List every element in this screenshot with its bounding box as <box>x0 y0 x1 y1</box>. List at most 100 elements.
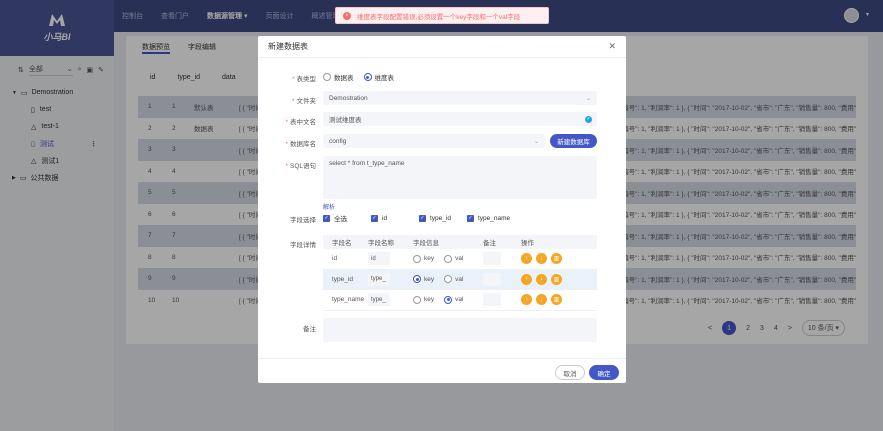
checkbox-label: type_name <box>478 214 511 222</box>
radio-circle <box>413 254 421 263</box>
radio-circle <box>444 254 453 263</box>
dialog-footer-divider <box>258 358 626 359</box>
radio-circle <box>413 295 421 304</box>
label-text: 数据库名 <box>290 141 316 148</box>
checkbox-id[interactable]: ✓ id <box>371 214 419 222</box>
db-name-select[interactable]: config ⌄ <box>323 134 545 148</box>
field-detail-table: 字段名 字段名称 字段信息 备注 操作 id id key val ↑ ↓ ▥ … <box>323 235 597 311</box>
label-text: SQL语句 <box>289 163 316 170</box>
checkbox-type-id[interactable]: ✓ type_id <box>419 214 467 222</box>
field-checkbox-group: ✓ 全选 ✓ id ✓ type_id ✓ type_name <box>323 213 510 223</box>
radio-val[interactable]: val <box>444 275 463 284</box>
label-text: 表中文名 <box>290 119 316 126</box>
new-database-button[interactable]: 新建数据库 <box>550 134 597 148</box>
move-down-icon[interactable]: ↓ <box>536 273 547 285</box>
chevron-down-icon: ⌄ <box>585 95 591 102</box>
remark-textarea[interactable] <box>323 318 597 342</box>
dialog-title: 新建数据表 <box>268 42 308 51</box>
sql-textarea[interactable]: select * from t_type_name <box>323 156 597 199</box>
label-text: 备注 <box>303 326 316 333</box>
checkbox-label: 全选 <box>334 216 347 223</box>
radio-label: key <box>424 255 435 263</box>
db-name-value: config <box>329 137 347 145</box>
table-type-radio-group: 数据表 维度表 <box>323 72 404 82</box>
radio-key[interactable]: key <box>413 275 435 284</box>
checkbox-select-all[interactable]: ✓ 全选 <box>323 213 371 223</box>
radio-circle <box>413 275 421 284</box>
radio-label: val <box>455 296 464 304</box>
chevron-down-icon: ⌄ <box>533 138 539 145</box>
checkbox-checked-icon: ✓ <box>467 214 474 222</box>
radio-val[interactable]: val <box>444 254 464 263</box>
checkbox-label: id <box>382 214 388 222</box>
radio-key[interactable]: key <box>413 295 435 304</box>
radio-circle <box>444 275 453 284</box>
radio-circle <box>363 73 372 81</box>
radio-circle <box>323 73 331 81</box>
field-cell: type_id <box>332 275 353 283</box>
field-table-header: 字段名 字段名称 字段信息 备注 操作 <box>323 235 597 249</box>
radio-key[interactable]: key <box>413 254 435 263</box>
field-cell: type_name <box>332 296 365 304</box>
error-toast-message: 维度表字段配置错误,必须设置一个key字段和一个val字段 <box>357 13 521 21</box>
radio-dimension-table[interactable]: 维度表 <box>363 72 394 82</box>
dialog-header: 新建数据表 ✕ <box>258 36 626 58</box>
checkbox-type-name[interactable]: ✓ type_name <box>467 214 511 222</box>
sql-value: select * from t_type_name <box>329 160 405 167</box>
field-row: type_name type_ key val ↑ ↓ ▥ <box>323 290 597 311</box>
delete-icon[interactable]: ▥ <box>551 253 562 265</box>
field-row: id id key val ↑ ↓ ▥ <box>323 249 597 270</box>
field-label-folder: * 文件夹 <box>291 98 317 105</box>
checkbox-checked-icon: ✓ <box>371 214 378 222</box>
cn-name-value: 测试维度表 <box>329 117 362 124</box>
checkbox-checked-icon: ✓ <box>419 214 426 222</box>
move-down-icon[interactable]: ↓ <box>536 294 547 306</box>
folder-select[interactable]: Demostration ⌄ <box>323 91 597 105</box>
check-icon: ✓ <box>585 115 592 123</box>
field-label-sql: * SQL语句 <box>285 163 316 170</box>
move-up-icon[interactable]: ↑ <box>521 273 532 285</box>
radio-label: key <box>424 296 435 304</box>
field-name-input[interactable]: type_ <box>368 293 390 307</box>
cancel-button[interactable]: 取消 <box>555 365 585 380</box>
radio-label: val <box>455 255 464 263</box>
field-label-db-name: * 数据库名 <box>285 141 316 148</box>
delete-icon[interactable]: ▥ <box>551 294 562 306</box>
field-label-field-select: 字段选择 <box>258 214 316 224</box>
field-label-field-detail: 字段详情 <box>258 239 316 249</box>
radio-val[interactable]: val <box>444 295 464 304</box>
move-up-icon[interactable]: ↑ <box>521 253 532 265</box>
remark-input[interactable] <box>483 252 501 266</box>
field-label-cn-name: * 表中文名 <box>285 119 316 126</box>
field-label-remark: 备注 <box>258 323 316 333</box>
close-icon[interactable]: ✕ <box>608 41 616 52</box>
cn-name-input[interactable]: 测试维度表 ✓ <box>323 112 597 126</box>
col-header-actions: 操作 <box>521 240 534 247</box>
field-name-input[interactable]: id <box>368 252 390 266</box>
checkbox-label: type_id <box>430 214 451 222</box>
remark-input[interactable] <box>483 272 501 286</box>
col-header-field-name: 字段名称 <box>368 240 394 247</box>
field-cell: id <box>332 255 338 263</box>
new-table-dialog: 新建数据表 ✕ * 表类型 数据表 维度表 * 文件夹 Demostration ⌄… <box>258 36 626 383</box>
confirm-button[interactable]: 确定 <box>589 365 619 380</box>
col-header-remark: 备注 <box>483 240 496 247</box>
radio-label: 数据表 <box>334 75 354 82</box>
delete-icon[interactable]: ▥ <box>551 273 562 285</box>
move-up-icon[interactable]: ↑ <box>521 294 532 306</box>
col-header-field-info: 字段信息 <box>413 240 439 247</box>
radio-label: key <box>424 275 435 283</box>
field-name-input[interactable]: type_ <box>368 272 390 286</box>
label-text: 表类型 <box>296 76 317 83</box>
label-text: 字段详情 <box>290 242 316 249</box>
radio-data-table[interactable]: 数据表 <box>323 72 354 82</box>
label-text: 文件夹 <box>296 98 317 105</box>
label-text: 字段选择 <box>290 217 316 224</box>
move-down-icon[interactable]: ↓ <box>536 253 547 265</box>
error-icon: × <box>343 11 351 20</box>
parse-link[interactable]: 解析 <box>323 202 335 211</box>
field-row: type_id type_ key val ↑ ↓ ▥ <box>323 269 597 290</box>
field-label-table-type: * 表类型 <box>291 76 317 83</box>
error-toast: × 维度表字段配置错误,必须设置一个key字段和一个val字段 <box>335 7 549 24</box>
remark-input[interactable] <box>483 293 501 307</box>
